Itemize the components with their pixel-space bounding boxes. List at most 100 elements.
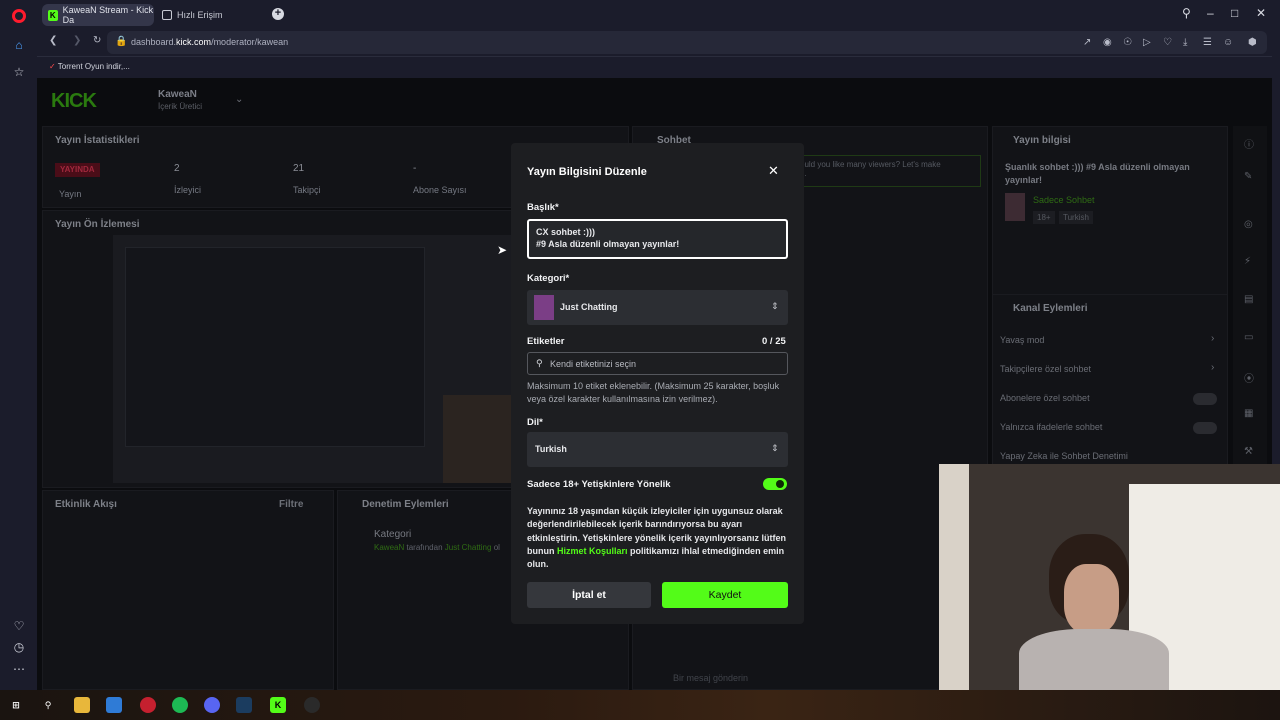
tab-kick-dashboard[interactable]: K KaweaN Stream - Kick Da	[42, 4, 154, 26]
file-explorer-icon[interactable]	[74, 697, 90, 713]
action-slow-mode[interactable]: Yavaş mod	[1000, 335, 1044, 345]
filter-button[interactable]: Filtre	[279, 499, 303, 510]
language-label: Dil*	[527, 417, 543, 428]
wrench-icon[interactable]: ⚒	[1244, 446, 1253, 457]
lock-icon: 🔒	[115, 36, 128, 47]
opera-logo-icon[interactable]	[12, 9, 26, 23]
tags-input[interactable]: ⚲ Kendi etiketinizi seçin	[527, 352, 788, 375]
favorite-heart-icon[interactable]: ♡	[1163, 37, 1172, 48]
more-icon[interactable]: ⋯	[12, 662, 26, 676]
stat-label: İzleyici	[174, 185, 202, 195]
tab-label: Hızlı Erişim	[177, 10, 223, 20]
tags-placeholder: Kendi etiketinizi seçin	[550, 359, 637, 369]
title-textarea[interactable]: CX sohbet :))) #9 Asla düzenli olmayan y…	[527, 219, 788, 259]
obs-icon[interactable]	[304, 697, 320, 713]
home-icon[interactable]: ⌂	[12, 38, 26, 52]
lightning-icon[interactable]: ⚡	[1244, 256, 1251, 267]
subs-only-toggle[interactable]	[1193, 393, 1217, 405]
preview-title: Yayın Ön İzlemesi	[55, 219, 140, 230]
chat-input[interactable]: Bir mesaj gönderin	[673, 673, 748, 683]
chat-bubble-icon[interactable]: ▭	[1244, 332, 1253, 343]
channel-switch-chevron-icon[interactable]: ⌄	[235, 94, 243, 105]
menu-icon[interactable]: ☰	[1203, 37, 1212, 48]
tag-chip: Turkish	[1059, 211, 1093, 224]
profile-icon[interactable]: ☺	[1223, 37, 1233, 48]
cancel-button[interactable]: İptal et	[527, 582, 651, 608]
bookmark-favicon-icon: ✓	[49, 62, 56, 71]
language-value: Turkish	[535, 444, 567, 454]
stat-label: Yayın	[59, 189, 82, 199]
back-icon[interactable]: ❮	[49, 35, 57, 46]
browser-sidebar: ⌂ ☆ ♡ ◷ ⋯	[0, 29, 37, 690]
category-thumbnail	[1005, 193, 1025, 221]
url-field[interactable]: 🔒 dashboard.kick.com/moderator/kawean ↗ …	[107, 31, 1267, 54]
channel-role: İçerik Üretici	[158, 102, 203, 111]
action-followers-only[interactable]: Takipçilere özel sohbet	[1000, 364, 1091, 374]
maximize-button[interactable]: □	[1231, 6, 1238, 20]
windows-taskbar: ⊞ ⚲ K	[0, 690, 1280, 720]
layout-icon[interactable]: ▦	[1244, 408, 1253, 419]
kick-app-icon[interactable]: K	[270, 697, 286, 713]
close-icon[interactable]: ✕	[768, 163, 779, 179]
download-icon[interactable]: ⤓	[1183, 37, 1187, 48]
mod-action-detail: KaweaN tarafından Just Chatting ol	[374, 543, 500, 552]
extensions-icon[interactable]: ⬢	[1248, 37, 1257, 48]
close-window-button[interactable]: ✕	[1256, 6, 1266, 20]
kick-favicon-icon: K	[48, 9, 58, 21]
bookmarks-icon[interactable]: ☆	[12, 65, 26, 79]
stream-info-category[interactable]: Sadece Sohbet	[1033, 195, 1095, 205]
discord-icon[interactable]	[204, 697, 220, 713]
search-icon[interactable]: ⚲	[40, 697, 56, 713]
info-icon[interactable]: ⓘ	[1244, 136, 1254, 151]
steam-icon[interactable]	[236, 697, 252, 713]
reload-icon[interactable]: ↻	[93, 35, 101, 46]
live-badge: YAYINDA	[55, 163, 100, 177]
sub-count: -	[413, 163, 417, 174]
action-subs-only: Abonelere özel sohbet	[1000, 393, 1090, 403]
app-icon[interactable]	[106, 697, 122, 713]
emotes-only-toggle[interactable]	[1193, 422, 1217, 434]
edit-icon[interactable]: ✎	[1244, 171, 1252, 182]
stream-info-panel: Yayın bilgisi Şuanlık sohbet :))) #9 Asl…	[992, 126, 1228, 296]
save-button[interactable]: Kaydet	[662, 582, 788, 608]
stats-title: Yayın İstatistikleri	[55, 135, 140, 146]
category-select[interactable]: Just Chatting ⇕	[527, 290, 788, 325]
history-icon[interactable]: ◷	[12, 640, 26, 654]
chevron-right-icon: ›	[1211, 333, 1215, 344]
tab-speed-dial[interactable]: Hızlı Erişim	[156, 4, 266, 26]
heart-icon[interactable]: ♡	[12, 619, 26, 633]
windows-start-icon[interactable]: ⊞	[8, 697, 24, 713]
new-tab-button[interactable]: +	[272, 8, 284, 20]
target-icon[interactable]: ◎	[1244, 219, 1253, 230]
forward-icon[interactable]: ❯	[73, 35, 81, 46]
play-icon[interactable]: ▷	[1143, 37, 1151, 48]
share-icon[interactable]: ↗	[1083, 37, 1091, 48]
shield-icon[interactable]: ☉	[1123, 37, 1132, 48]
document-icon[interactable]: ▤	[1244, 294, 1253, 305]
kick-logo[interactable]: KICK	[51, 90, 97, 113]
chat-pinned-message: ould you like many viewers? Let's make..…	[793, 155, 981, 187]
adult-label: Sadece 18+ Yetişkinlere Yönelik	[527, 479, 671, 490]
tab-label: KaweaN Stream - Kick Da	[62, 5, 154, 25]
adult-toggle[interactable]	[763, 478, 787, 490]
chevron-right-icon: ›	[1211, 362, 1215, 373]
language-select[interactable]: Turkish ⇕	[527, 432, 788, 467]
mod-action-item: Kategori	[374, 529, 412, 540]
terms-link[interactable]: Hizmet Koşulları	[557, 546, 628, 556]
minimize-button[interactable]: –	[1207, 6, 1214, 20]
action-ai-moderation[interactable]: Yapay Zeka ile Sohbet Denetimi	[1000, 451, 1128, 461]
search-tabs-icon[interactable]: ⚲	[1182, 6, 1191, 20]
webcam-overlay	[939, 464, 1280, 690]
stream-preview-video[interactable]	[113, 235, 553, 483]
opera-icon[interactable]	[140, 697, 156, 713]
spotify-icon[interactable]	[172, 697, 188, 713]
preview-inner-screen	[125, 247, 425, 447]
speed-dial-icon	[162, 10, 172, 20]
camera-icon[interactable]: ◉	[1103, 37, 1112, 48]
viewer-count: 2	[174, 163, 180, 174]
stat-label: Takipçi	[293, 185, 321, 195]
bookmark-torrent[interactable]: ✓ Torrent Oyun indir,...	[49, 62, 130, 71]
webcam-wall	[939, 464, 969, 690]
category-value: Just Chatting	[560, 302, 618, 312]
broadcast-icon[interactable]: ⦿	[1244, 370, 1254, 385]
